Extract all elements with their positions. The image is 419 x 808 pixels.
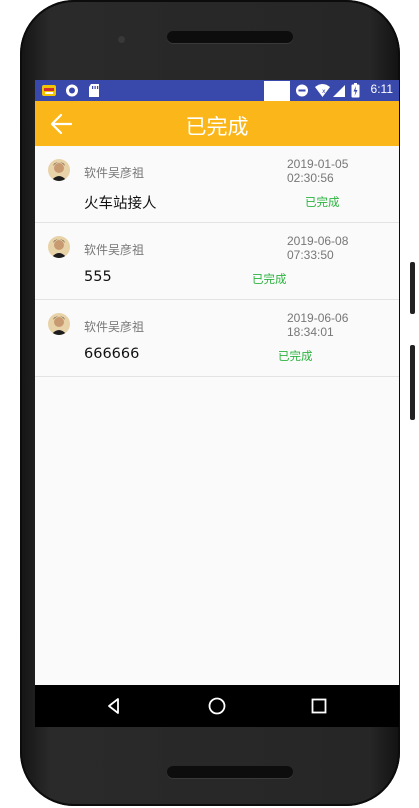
front-camera [118, 36, 125, 43]
order-item[interactable]: 软件吴彦祖 2019-06-06 18:34:01 666666 已完成 [35, 300, 399, 377]
signal-icon [333, 85, 345, 97]
user-name: 软件吴彦祖 [84, 166, 145, 180]
order-item[interactable]: 软件吴彦祖 2019-06-08 07:33:50 555 已完成 [35, 223, 399, 300]
top-speaker [167, 31, 293, 43]
circle-notification-icon [66, 84, 78, 97]
status-label: 已完成 [252, 272, 287, 286]
avatar [48, 313, 70, 335]
app-bar: 已完成 [35, 101, 399, 146]
circle-home-icon[interactable] [206, 695, 228, 717]
avatar [48, 159, 70, 181]
order-list: 软件吴彦祖 2019-01-05 02:30:56 火车站接人 已完成 软件吴彦… [35, 146, 399, 377]
order-date: 2019-01-05 [287, 157, 349, 171]
order-content: 火车站接人 [84, 196, 157, 212]
order-datetime: 2019-06-08 07:33:50 [287, 234, 348, 262]
order-content: 666666 [84, 346, 140, 362]
triangle-back-icon[interactable] [103, 695, 125, 717]
square-recents-icon[interactable] [308, 695, 330, 717]
wifi-icon: x [315, 84, 330, 97]
order-content: 555 [84, 269, 112, 285]
order-item[interactable]: 软件吴彦祖 2019-01-05 02:30:56 火车站接人 已完成 [35, 146, 399, 223]
order-time: 02:30:56 [287, 171, 334, 185]
order-datetime: 2019-06-06 18:34:01 [287, 311, 348, 339]
order-datetime: 2019-01-05 02:30:56 [287, 157, 348, 185]
status-bar-block [264, 81, 290, 101]
status-label: 已完成 [278, 349, 313, 363]
svg-text:x: x [322, 88, 326, 95]
status-bar: x 6:11 [35, 80, 399, 101]
battery-icon [351, 83, 360, 98]
power-button [410, 345, 415, 420]
order-date: 2019-06-06 [287, 311, 349, 325]
app-notification-icon [42, 85, 56, 96]
user-name: 软件吴彦祖 [84, 320, 145, 334]
order-time: 07:33:50 [287, 248, 334, 262]
screen: x 6:11 已完成 软件吴彦祖 2019-01-05 02:30:56 火车站… [35, 80, 399, 727]
status-label: 已完成 [305, 195, 340, 209]
order-time: 18:34:01 [287, 325, 334, 339]
bottom-speaker [167, 766, 293, 778]
user-name: 软件吴彦祖 [84, 243, 145, 257]
page-title: 已完成 [185, 115, 249, 139]
volume-button [410, 262, 415, 314]
status-time: 6:11 [370, 82, 393, 96]
avatar [48, 236, 70, 258]
sd-card-icon [89, 84, 99, 97]
navigation-bar [35, 685, 399, 727]
order-date: 2019-06-08 [287, 234, 349, 248]
do-not-disturb-icon [296, 84, 308, 97]
